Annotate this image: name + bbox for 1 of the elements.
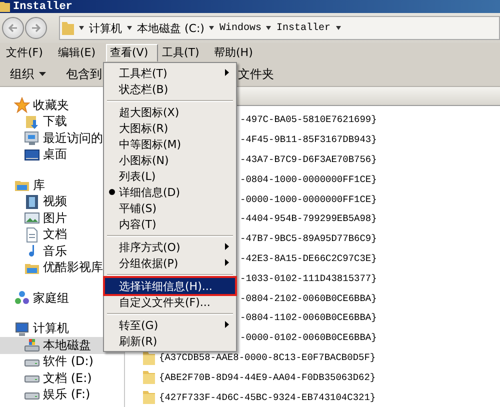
window-title: Installer — [13, 0, 72, 12]
